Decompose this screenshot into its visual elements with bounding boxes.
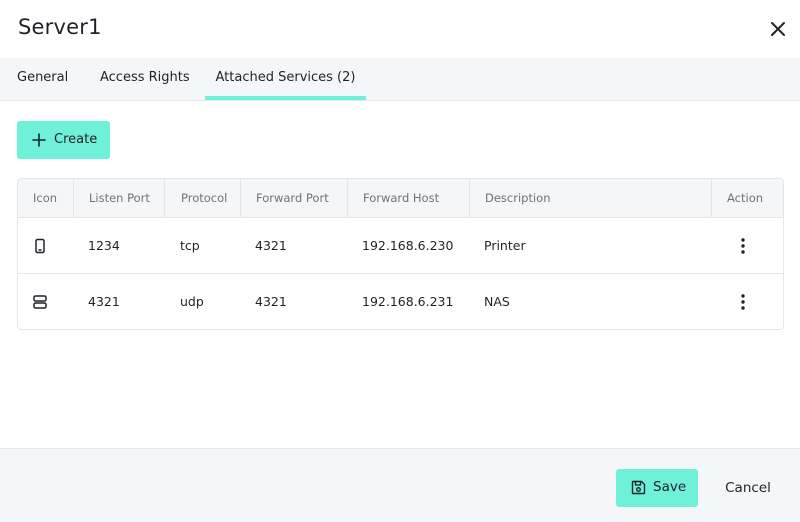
- save-button[interactable]: Save: [616, 469, 698, 507]
- column-header-listen-port: Listen Port: [73, 179, 150, 218]
- column-header-protocol: Protocol: [164, 179, 227, 218]
- protocol-cell: udp: [180, 294, 204, 309]
- tab-access-rights[interactable]: Access Rights: [100, 58, 190, 100]
- create-button[interactable]: Create: [17, 121, 110, 159]
- column-header-description: Description: [469, 179, 551, 218]
- plus-icon: [32, 133, 46, 147]
- column-header-action: Action: [711, 179, 763, 218]
- tab-general[interactable]: General: [17, 58, 68, 100]
- close-icon[interactable]: [768, 19, 788, 39]
- table-row[interactable]: 4321 udp 4321 192.168.6.231 NAS: [18, 274, 783, 329]
- services-table: Icon Listen Port Protocol Forward Port F…: [17, 178, 784, 330]
- column-header-forward-port: Forward Port: [240, 179, 329, 218]
- description-cell: NAS: [484, 294, 510, 309]
- server-icon: [33, 295, 47, 309]
- protocol-cell: tcp: [180, 238, 200, 253]
- tab-attached-services[interactable]: Attached Services (2): [205, 58, 366, 100]
- mobile-device-icon: [35, 238, 45, 254]
- dialog-title: Server1: [18, 15, 102, 39]
- tab-bar: General Access Rights Attached Services …: [0, 58, 800, 101]
- create-button-label: Create: [54, 132, 98, 147]
- forward-host-cell: 192.168.6.230: [362, 238, 454, 253]
- dialog-footer: Save Cancel: [0, 448, 800, 522]
- column-header-forward-host: Forward Host: [347, 179, 439, 218]
- description-cell: Printer: [484, 238, 526, 253]
- table-row[interactable]: 1234 tcp 4321 192.168.6.230 Printer: [18, 218, 783, 274]
- forward-host-cell: 192.168.6.231: [362, 294, 454, 309]
- save-button-label: Save: [653, 479, 687, 495]
- forward-port-cell: 4321: [255, 294, 287, 309]
- active-tab-indicator: [205, 96, 366, 100]
- more-vertical-icon[interactable]: [735, 292, 751, 312]
- column-header-icon: Icon: [33, 191, 58, 205]
- floppy-disk-icon: [631, 480, 646, 495]
- listen-port-cell: 4321: [88, 294, 120, 309]
- more-vertical-icon[interactable]: [735, 236, 751, 256]
- table-header: Icon Listen Port Protocol Forward Port F…: [18, 179, 783, 218]
- listen-port-cell: 1234: [88, 238, 120, 253]
- cancel-button[interactable]: Cancel: [715, 469, 781, 507]
- forward-port-cell: 4321: [255, 238, 287, 253]
